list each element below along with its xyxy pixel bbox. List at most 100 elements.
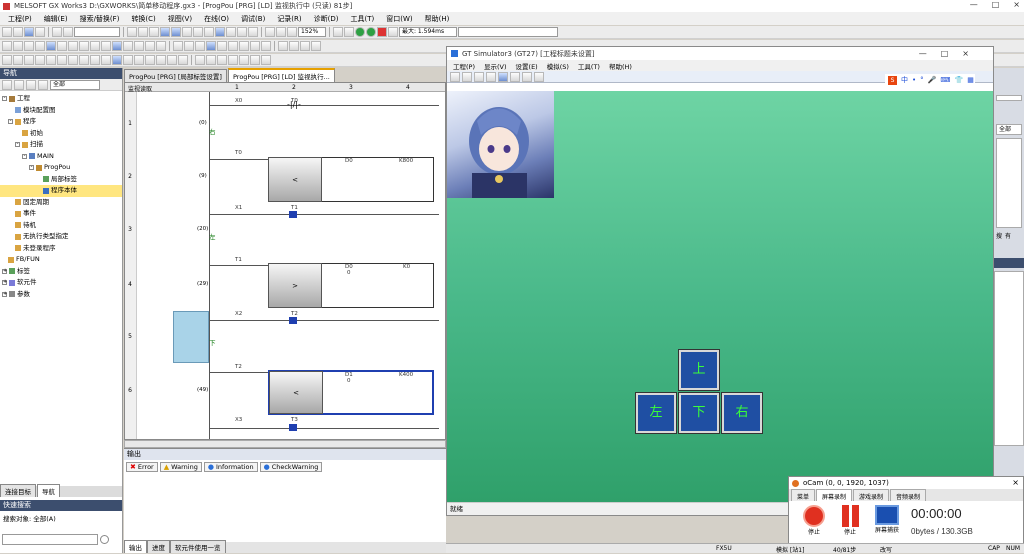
ocam-pause-button[interactable]: 停止: [839, 505, 861, 536]
run-check-icon[interactable]: [366, 27, 376, 37]
menu-convert[interactable]: 转换(C): [125, 14, 161, 24]
ladder-all-convert-icon[interactable]: [261, 55, 271, 65]
paste-icon[interactable]: [149, 27, 159, 37]
tab-progress[interactable]: 进度: [147, 540, 170, 553]
menu-record[interactable]: 记录(R): [271, 14, 307, 24]
down-button[interactable]: 下: [678, 392, 720, 434]
error-filter-button[interactable]: ✖ Error: [126, 462, 158, 472]
cross-ref-icon[interactable]: [237, 27, 247, 37]
active-contact-icon[interactable]: [289, 424, 297, 431]
gt-keyboard-icon[interactable]: [534, 71, 544, 82]
pulse-rise-icon[interactable]: [112, 55, 122, 65]
cut-icon[interactable]: [127, 27, 137, 37]
tab-device-usage[interactable]: 软元件使用一览: [170, 540, 226, 553]
note-edit-icon[interactable]: [239, 55, 249, 65]
ladder-delete-line-icon[interactable]: [90, 41, 100, 51]
verify-icon[interactable]: [182, 27, 192, 37]
step-back-icon[interactable]: [2, 55, 12, 65]
tree-item-local-label[interactable]: 局部标签: [0, 174, 122, 186]
tree-item-no-exec-type[interactable]: 无执行类型指定: [0, 231, 122, 243]
convert-icon[interactable]: [204, 27, 214, 37]
output-coil-icon[interactable]: [68, 55, 78, 65]
contact-orb-icon[interactable]: [57, 55, 67, 65]
invert-result-icon[interactable]: [134, 55, 144, 65]
save-icon[interactable]: [24, 27, 34, 37]
maximize-button[interactable]: □: [992, 0, 1000, 12]
ladder-editor[interactable]: 监视读取 1 2 3 4 1 (0) 右 X0 T0 -|/|- 2 (9) T…: [124, 82, 446, 440]
search-target-label[interactable]: 搜索对象: 全部(A): [0, 511, 122, 525]
tree-item-program[interactable]: - 程序: [0, 116, 122, 128]
ime-chinese-toggle[interactable]: 中: [901, 75, 908, 85]
step-forward-icon[interactable]: [13, 55, 23, 65]
vline-input-icon[interactable]: [101, 55, 111, 65]
grid-icon[interactable]: ▦: [967, 76, 974, 84]
keyboard-icon[interactable]: ⌨: [940, 76, 950, 84]
ime-logo-icon[interactable]: S: [888, 75, 897, 85]
tree-item-params[interactable]: + 参数: [0, 289, 122, 301]
draw-line-icon[interactable]: [167, 55, 177, 65]
zoom-combo[interactable]: 152%: [298, 27, 326, 37]
tab-ladder-monitor[interactable]: ProgPou [PRG] [LD] 监视执行...: [227, 68, 335, 82]
label-display-icon[interactable]: [195, 41, 205, 51]
gt-capture-icon[interactable]: [510, 71, 520, 82]
ocam-tab-menu[interactable]: 菜单: [791, 489, 816, 501]
gt-window-controls[interactable]: —□×: [919, 49, 983, 58]
tree-collapse-icon[interactable]: -: [8, 119, 13, 125]
simulator-icon[interactable]: [215, 27, 225, 37]
menu-project[interactable]: 工程(P): [2, 14, 38, 24]
tab-navigation[interactable]: 导航: [37, 484, 60, 497]
tree-item-module-config[interactable]: 模块配置图: [0, 105, 122, 117]
tree-item-event[interactable]: 事件: [0, 208, 122, 220]
rung-highlight[interactable]: [173, 311, 209, 363]
monitor-watch-icon[interactable]: [206, 41, 216, 51]
pulse-fall-icon[interactable]: [123, 55, 133, 65]
contact-b-icon[interactable]: [35, 55, 45, 65]
left-button[interactable]: 左: [635, 392, 677, 434]
right-button[interactable]: 右: [721, 392, 763, 434]
tree-item-program-body[interactable]: 程序本体: [0, 185, 122, 197]
menu-diagnostics[interactable]: 诊断(D): [308, 14, 345, 24]
ladder-comment-icon[interactable]: [134, 41, 144, 51]
ladder-invert-icon[interactable]: [101, 41, 111, 51]
find-icon[interactable]: [226, 27, 236, 37]
ladder-hscrollbar[interactable]: [124, 440, 446, 448]
rise-op-icon[interactable]: [145, 55, 155, 65]
edit-mode-icon[interactable]: [217, 41, 227, 51]
new-file-icon[interactable]: [2, 27, 12, 37]
search-icon[interactable]: [100, 535, 109, 544]
monitor-icon[interactable]: [193, 27, 203, 37]
gt-menu-project[interactable]: 工程(P): [453, 61, 475, 71]
ocam-tab-game-record[interactable]: 游戏录制: [853, 489, 890, 501]
copy-icon[interactable]: [138, 27, 148, 37]
ladder-falling-icon[interactable]: [57, 41, 67, 51]
fall-op-icon[interactable]: [156, 55, 166, 65]
write-plc-icon[interactable]: [171, 27, 181, 37]
window-tile-icon[interactable]: [278, 41, 288, 51]
statement-edit-icon[interactable]: [228, 55, 238, 65]
ocam-tab-screen-record[interactable]: 屏幕录制: [816, 489, 853, 501]
menu-online[interactable]: 在线(O): [198, 14, 235, 24]
gt-monitor-icon[interactable]: [498, 71, 508, 82]
quick-search-input[interactable]: [2, 534, 98, 545]
zoom-in-icon[interactable]: [265, 27, 275, 37]
scan-time-combo[interactable]: 最大: 1.594ms: [399, 27, 457, 37]
ocam-record-stop-button[interactable]: 停止: [803, 505, 825, 536]
tree-item-project[interactable]: - 工程: [0, 93, 122, 105]
information-filter-button[interactable]: ● Information: [203, 462, 258, 472]
menu-view[interactable]: 视图(V): [162, 14, 198, 24]
contact-a-icon[interactable]: [24, 55, 34, 65]
redo-icon[interactable]: [63, 27, 73, 37]
nav-sort-icon[interactable]: [26, 79, 36, 90]
tree-collapse-icon[interactable]: -: [29, 165, 34, 171]
inline-st-icon[interactable]: [206, 55, 216, 65]
stop-icon[interactable]: [377, 27, 387, 37]
tree-item-fb-fun[interactable]: FB/FUN: [0, 254, 122, 266]
gt-menu-settings[interactable]: 设置(E): [516, 61, 538, 71]
fit-icon[interactable]: [287, 27, 297, 37]
menu-window[interactable]: 窗口(W): [380, 14, 418, 24]
tree-item-devices[interactable]: + 软元件: [0, 277, 122, 289]
ime-punct-toggle[interactable]: •: [912, 76, 916, 84]
bookmark-icon[interactable]: [261, 41, 271, 51]
background-button-a[interactable]: 搜: [996, 231, 1002, 241]
read-mode-icon[interactable]: [228, 41, 238, 51]
